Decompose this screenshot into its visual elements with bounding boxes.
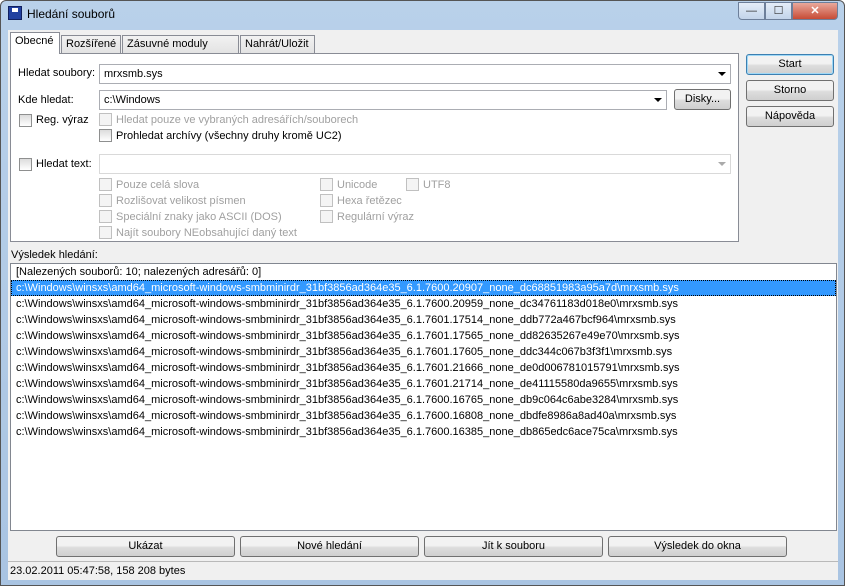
ascii-dos-label: Speciální znaky jako ASCII (DOS) xyxy=(116,211,282,223)
regex-label: Reg. výraz xyxy=(36,114,89,126)
ascii-dos-checkbox[interactable] xyxy=(99,210,112,223)
result-item[interactable]: c:\Windows\winsxs\amd64_microsoft-window… xyxy=(11,408,836,424)
minimize-button[interactable]: — xyxy=(738,2,765,20)
unicode-checkbox[interactable] xyxy=(320,178,333,191)
regex-text-label: Regulární výraz xyxy=(337,211,415,223)
tab-advanced[interactable]: Rozšířené xyxy=(61,35,121,53)
tab-general[interactable]: Obecné xyxy=(10,32,60,54)
drives-button[interactable]: Disky... xyxy=(674,89,731,110)
regex-text-checkbox[interactable] xyxy=(320,210,333,223)
goto-file-button[interactable]: Jít k souboru xyxy=(424,536,603,557)
search-text-combo[interactable] xyxy=(99,154,731,174)
window-title: Hledání souborů xyxy=(27,7,116,21)
chevron-down-icon[interactable] xyxy=(718,162,726,166)
search-in-label: Kde hledat: xyxy=(18,94,74,106)
regex-checkbox[interactable] xyxy=(19,114,32,127)
result-item[interactable]: c:\Windows\winsxs\amd64_microsoft-window… xyxy=(11,312,836,328)
search-archives-label: Prohledat archívy (všechny druhy kromě U… xyxy=(116,130,342,142)
help-button[interactable]: Nápověda xyxy=(746,106,834,127)
search-in-value: c:\Windows xyxy=(104,94,161,106)
search-text-checkbox[interactable] xyxy=(19,158,32,171)
feed-to-listbox-button[interactable]: Výsledek do okna xyxy=(608,536,787,557)
start-button[interactable]: Start xyxy=(746,54,834,75)
chevron-down-icon[interactable] xyxy=(654,98,662,102)
chevron-down-icon[interactable] xyxy=(718,72,726,76)
whole-words-checkbox[interactable] xyxy=(99,178,112,191)
not-containing-checkbox[interactable] xyxy=(99,226,112,239)
result-item[interactable]: c:\Windows\winsxs\amd64_microsoft-window… xyxy=(11,280,836,296)
result-item[interactable]: c:\Windows\winsxs\amd64_microsoft-window… xyxy=(11,296,836,312)
result-item[interactable]: c:\Windows\winsxs\amd64_microsoft-window… xyxy=(11,328,836,344)
search-files-value: mrxsmb.sys xyxy=(104,68,163,80)
only-selected-label: Hledat pouze ve vybraných adresářích/sou… xyxy=(116,114,359,126)
maximize-button[interactable]: ☐ xyxy=(765,2,792,20)
utf8-label: UTF8 xyxy=(423,179,451,191)
search-in-combo[interactable]: c:\Windows xyxy=(99,90,667,110)
floppy-app-icon xyxy=(8,6,22,20)
status-bar: 23.02.2011 05:47:58, 158 208 bytes xyxy=(8,561,838,580)
results-summary: [Nalezených souborů: 10; nalezených adre… xyxy=(16,266,262,278)
utf8-checkbox[interactable] xyxy=(406,178,419,191)
search-text-label: Hledat text: xyxy=(36,158,92,170)
cancel-button[interactable]: Storno xyxy=(746,80,834,101)
whole-words-label: Pouze celá slova xyxy=(116,179,200,191)
show-button[interactable]: Ukázat xyxy=(56,536,235,557)
not-containing-label: Najít soubory NEobsahující daný text xyxy=(116,227,297,239)
case-sensitive-checkbox[interactable] xyxy=(99,194,112,207)
hex-checkbox[interactable] xyxy=(320,194,333,207)
search-window: Hledání souborů — ☐ ✕ Obecné Rozšířené Z… xyxy=(0,0,845,586)
only-selected-checkbox[interactable] xyxy=(99,113,112,126)
result-item[interactable]: c:\Windows\winsxs\amd64_microsoft-window… xyxy=(11,424,836,440)
close-button[interactable]: ✕ xyxy=(792,2,838,20)
tab-load-save[interactable]: Nahrát/Uložit xyxy=(240,35,315,53)
case-sensitive-label: Rozlišovat velikost písmen xyxy=(116,195,246,207)
result-item[interactable]: c:\Windows\winsxs\amd64_microsoft-window… xyxy=(11,376,836,392)
general-panel: Hledat soubory: mrxsmb.sys Kde hledat: c… xyxy=(10,53,739,242)
result-item[interactable]: c:\Windows\winsxs\amd64_microsoft-window… xyxy=(11,344,836,360)
client-area: Obecné Rozšířené Zásuvné moduly Nahrát/U… xyxy=(8,30,838,580)
tab-plugins[interactable]: Zásuvné moduly xyxy=(122,35,239,53)
search-archives-checkbox[interactable] xyxy=(99,129,112,142)
search-files-label: Hledat soubory: xyxy=(18,67,96,79)
results-label: Výsledek hledání: xyxy=(11,249,98,261)
divider xyxy=(17,149,732,150)
search-files-combo[interactable]: mrxsmb.sys xyxy=(99,64,731,84)
unicode-label: Unicode xyxy=(337,179,378,191)
result-item[interactable]: c:\Windows\winsxs\amd64_microsoft-window… xyxy=(11,392,836,408)
hex-label: Hexa řetězec xyxy=(337,195,402,207)
results-list[interactable]: [Nalezených souborů: 10; nalezených adre… xyxy=(10,263,837,531)
result-item[interactable]: c:\Windows\winsxs\amd64_microsoft-window… xyxy=(11,360,836,376)
new-search-button[interactable]: Nové hledání xyxy=(240,536,419,557)
